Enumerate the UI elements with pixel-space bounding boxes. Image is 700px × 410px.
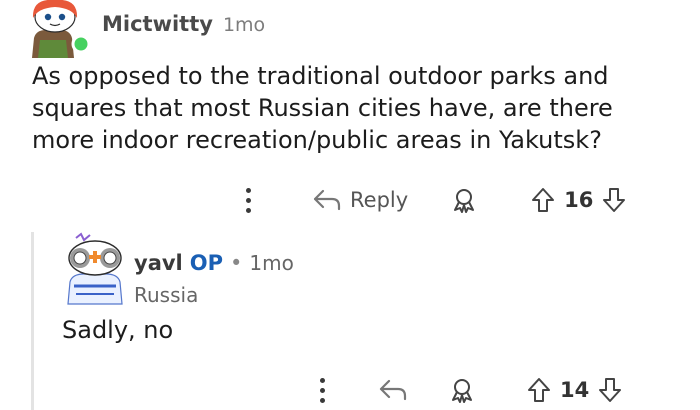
snoo-avatar-icon bbox=[67, 232, 123, 305]
reply-button[interactable]: Reply bbox=[312, 188, 408, 212]
downvote-button[interactable] bbox=[601, 186, 627, 214]
comment-body: Sadly, no bbox=[62, 316, 174, 344]
comment-timestamp: 1mo bbox=[222, 14, 266, 36]
upvote-arrow-icon bbox=[532, 188, 555, 212]
avatar[interactable] bbox=[22, 0, 92, 58]
op-badge: OP bbox=[189, 251, 223, 275]
upvote-button[interactable] bbox=[530, 186, 556, 214]
more-options-button[interactable] bbox=[314, 377, 330, 403]
comment-action-bar: 14 bbox=[314, 371, 654, 409]
user-flair: Russia bbox=[134, 283, 199, 307]
vote-score: 14 bbox=[560, 378, 590, 402]
thread-line[interactable] bbox=[31, 232, 34, 410]
more-vertical-icon bbox=[245, 187, 251, 193]
avatar[interactable] bbox=[62, 232, 128, 306]
comment-timestamp: 1mo bbox=[249, 251, 294, 275]
award-icon bbox=[454, 189, 475, 213]
vote-score: 16 bbox=[564, 188, 594, 212]
comment-header: Mictwitty 1mo bbox=[102, 12, 265, 36]
comment-header: yavl OP • 1mo bbox=[134, 251, 294, 275]
author-username[interactable]: Mictwitty bbox=[102, 12, 213, 36]
separator-dot: • bbox=[230, 251, 243, 275]
reply-label: Reply bbox=[350, 188, 409, 212]
award-button[interactable] bbox=[448, 376, 476, 404]
upvote-button[interactable] bbox=[526, 376, 552, 404]
reply-arrow-icon bbox=[313, 189, 341, 211]
reply-arrow-icon bbox=[379, 379, 407, 401]
downvote-button[interactable] bbox=[597, 376, 623, 404]
award-icon bbox=[452, 379, 472, 403]
downvote-arrow-icon bbox=[603, 188, 626, 212]
comment-action-bar: Reply 16 bbox=[240, 180, 650, 220]
snoo-avatar-icon bbox=[32, 0, 91, 58]
more-vertical-icon bbox=[319, 377, 325, 383]
comment-body: As opposed to the traditional outdoor pa… bbox=[32, 62, 613, 154]
upvote-arrow-icon bbox=[528, 378, 550, 402]
author-username[interactable]: yavl bbox=[134, 251, 183, 275]
award-button[interactable] bbox=[450, 186, 478, 214]
downvote-arrow-icon bbox=[599, 378, 622, 402]
reply-button[interactable] bbox=[378, 378, 408, 402]
more-options-button[interactable] bbox=[240, 187, 256, 213]
